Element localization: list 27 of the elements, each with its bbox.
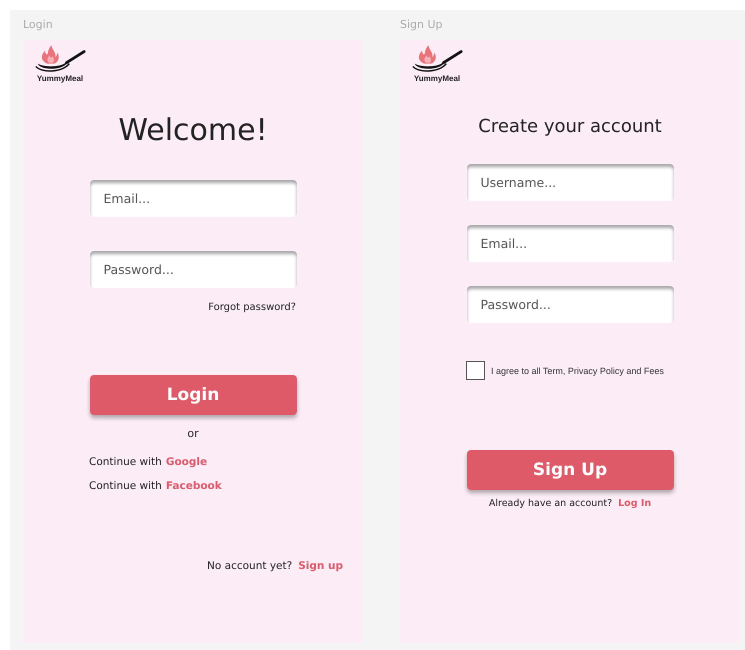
login-button[interactable]: Login (90, 375, 296, 415)
frame-label: Sign Up (400, 17, 444, 33)
welcome-title: Welcome! (117, 113, 269, 149)
forgot-password-link[interactable]: Forgot password? (208, 302, 296, 313)
brand-name: YummyMeal (36, 74, 84, 83)
frame-label: Login (23, 17, 54, 33)
continue-text: Continue with (89, 480, 162, 492)
create-account-title: Create your account (477, 115, 663, 139)
input-field[interactable]: Password... (90, 251, 296, 288)
flame-pan-icon (411, 44, 463, 74)
input-field[interactable]: Username... (466, 164, 674, 201)
input-field[interactable]: Email... (466, 225, 674, 262)
footer-text: Already have an account? (488, 498, 612, 509)
social-link[interactable]: Facebook (166, 480, 222, 492)
agree-label: I agree to all Term, Privacy Policy and Fees (491, 366, 664, 376)
agree-checkbox[interactable] (466, 361, 485, 380)
sign-up-button[interactable]: Sign Up (466, 450, 674, 490)
input-field[interactable]: Email... (90, 180, 296, 217)
flame-pan-icon (34, 44, 86, 74)
footer-text: No account yet? (207, 560, 292, 572)
continue-text: Continue with (89, 456, 162, 468)
brand-name: YummyMeal (414, 74, 460, 83)
input-field[interactable]: Password... (466, 286, 674, 323)
log-in-link[interactable]: Log In (618, 498, 652, 509)
social-link[interactable]: Google (166, 456, 208, 468)
sign-up-link[interactable]: Sign up (298, 560, 343, 572)
separator-text: or (186, 427, 200, 440)
